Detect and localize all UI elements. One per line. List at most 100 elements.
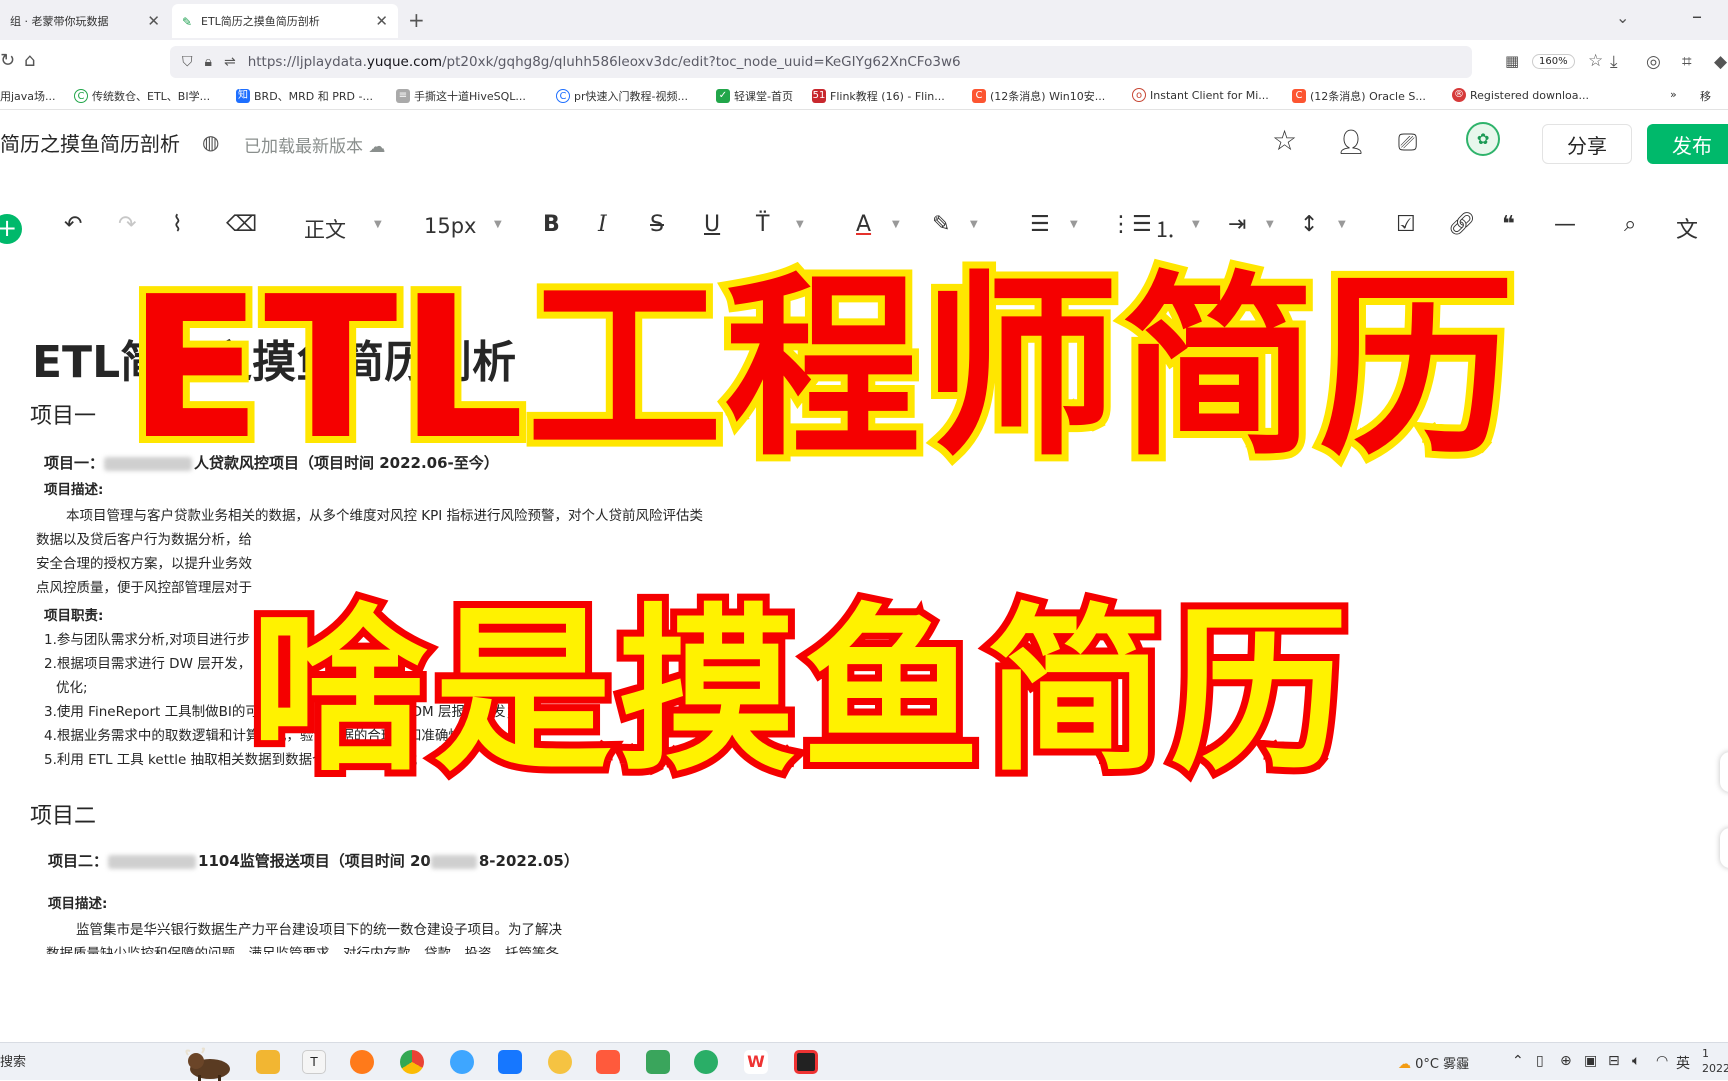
file-explorer-icon[interactable]	[256, 1050, 280, 1074]
wps-icon[interactable]: W	[744, 1050, 768, 1074]
bookmark-item[interactable]: ® Registered downloa...	[1452, 88, 1589, 102]
bookmark-item[interactable]: o Instant Client for Mi...	[1132, 88, 1269, 102]
more-bookmarks-icon[interactable]: »	[1670, 88, 1677, 101]
ime-indicator[interactable]: 英	[1676, 1053, 1690, 1073]
bookmark-label: BRD、MRD 和 PRD -...	[254, 90, 373, 103]
tray-app-icon[interactable]: ⊕	[1560, 1053, 1572, 1069]
star-icon[interactable]: ☆	[1272, 124, 1297, 157]
weather-text: 0°C 雾霾	[1415, 1057, 1470, 1072]
shield-icon[interactable]: ⛉	[182, 54, 193, 70]
bookmark-item[interactable]: ✓ 轻课堂-首页	[716, 88, 793, 104]
chevron-up-icon[interactable]: ⌃	[1512, 1053, 1524, 1069]
bookmark-item[interactable]: 知 BRD、MRD 和 PRD -...	[236, 88, 373, 104]
network-icon[interactable]: ⊟	[1608, 1053, 1620, 1069]
zoom-level-badge[interactable]: 160%	[1532, 54, 1575, 69]
list-item[interactable]: 1.参与团队需求分析,对项目进行步	[44, 628, 250, 648]
account-icon[interactable]: ◎	[1646, 52, 1661, 72]
reload-icon[interactable]: ↻	[0, 50, 15, 71]
chrome-icon[interactable]	[400, 1050, 424, 1074]
palette-icon[interactable]: ◍	[202, 130, 219, 154]
floating-side-button[interactable]	[1720, 828, 1728, 868]
qr-code-icon[interactable]: ▦	[1505, 52, 1519, 70]
text-editor-icon[interactable]: T	[302, 1050, 326, 1074]
download-icon[interactable]: ⤓	[1610, 52, 1618, 72]
app-icon[interactable]	[498, 1050, 522, 1074]
close-tab-icon[interactable]: ✕	[147, 12, 160, 30]
bookmark-item[interactable]: C 传统数仓、ETL、BI学...	[74, 88, 210, 104]
app-icon[interactable]	[646, 1050, 670, 1074]
section-heading[interactable]: 项目一	[30, 398, 96, 430]
description-label[interactable]: 项目描述:	[48, 892, 107, 912]
close-tab-icon[interactable]: ✕	[375, 12, 388, 30]
tray-app-icon[interactable]: ▯	[1536, 1053, 1544, 1069]
taskbar-search[interactable]: 搜索	[0, 1051, 26, 1070]
bookmark-favicon-icon: 51	[812, 89, 826, 103]
paragraph-line[interactable]: 数据质量缺少监控和保障的问题，满足监管要求，对行内存款、贷款、投资、托管等各	[46, 942, 559, 954]
list-item[interactable]: 2.根据项目需求进行 DW 层开发，	[44, 652, 251, 672]
publish-button[interactable]: 发布	[1647, 124, 1728, 164]
undo-icon[interactable]: ↶	[64, 212, 82, 237]
section-heading[interactable]: 项目二	[30, 798, 96, 830]
duties-label[interactable]: 项目职责:	[44, 604, 103, 624]
paragraph-line[interactable]: 监管集市是华兴银行数据生产力平台建设项目下的统一数仓建设子项目。为了解决	[76, 918, 562, 938]
bookmark-item[interactable]: C (12条消息) Oracle S...	[1292, 88, 1426, 104]
wechat-icon[interactable]	[694, 1050, 718, 1074]
weather-widget[interactable]: ☁︎ 0°C 雾霾	[1398, 1053, 1469, 1072]
crop-icon[interactable]: ⌗	[1682, 52, 1692, 72]
divider-icon[interactable]: —	[1554, 212, 1576, 237]
url-text[interactable]: https://ljplaydata.yuque.com/pt20xk/gqhg…	[248, 54, 961, 70]
home-icon[interactable]: ⌂	[24, 50, 35, 71]
app-icon[interactable]	[450, 1050, 474, 1074]
find-icon[interactable]: ⌕	[1624, 212, 1636, 237]
bookmark-label: 用java场...	[0, 90, 56, 103]
paragraph-line[interactable]: 点风控质量，便于风控部管理层对于	[36, 576, 252, 596]
minimize-window-icon[interactable]: –	[1692, 4, 1702, 28]
bookmark-item[interactable]: C (12条消息) Win10安...	[972, 88, 1105, 104]
presentation-icon[interactable]: ⎚	[1398, 128, 1417, 156]
recorder-icon[interactable]	[794, 1050, 818, 1074]
address-bar[interactable]: ⛉ 🔒︎ ⇌ https://ljplaydata.yuque.com/pt20…	[170, 46, 1603, 78]
paragraph-line[interactable]: 安全合理的授权方案，以提升业务效	[36, 552, 252, 572]
csdn-icon: C	[1292, 89, 1306, 103]
browser-tab-inactive[interactable]: 组 · 老蒙带你玩数据 ✕	[0, 4, 170, 38]
add-collaborator-icon[interactable]: 👤︎	[1336, 128, 1366, 156]
permissions-icon[interactable]: ⇌	[224, 54, 236, 70]
volume-icon[interactable]: 🔈︎	[1632, 1053, 1640, 1069]
tab-label: ETL简历之摸鱼简历剖析	[201, 15, 320, 28]
bookmark-item[interactable]: 移	[1700, 88, 1711, 104]
extension-icon[interactable]: ◆	[1714, 52, 1727, 72]
redacted-text	[108, 854, 197, 869]
avatar[interactable]: ✿	[1466, 122, 1500, 156]
translate-icon[interactable]: 文	[1676, 212, 1698, 244]
share-button[interactable]: 分享	[1542, 124, 1632, 164]
insert-block-button[interactable]: +	[0, 214, 22, 244]
overlay-caption-subtitle: 啥是摸鱼简历	[243, 581, 1355, 802]
app-icon[interactable]	[548, 1050, 572, 1074]
bookmark-item[interactable]: 用java场...	[0, 88, 56, 104]
bookmark-label: 轻课堂-首页	[734, 90, 793, 103]
document-title-header[interactable]: 简历之摸鱼简历剖析	[0, 128, 180, 157]
lock-icon[interactable]: 🔒︎	[205, 54, 212, 70]
bookmark-favicon-icon: C	[74, 89, 88, 103]
description-label[interactable]: 项目描述:	[44, 478, 103, 498]
clock-time: 1	[1702, 1047, 1709, 1060]
floating-side-button[interactable]	[1720, 752, 1728, 792]
bookmark-star-icon[interactable]: ☆	[1588, 51, 1603, 71]
app-icon[interactable]	[596, 1050, 620, 1074]
firefox-icon[interactable]	[350, 1050, 374, 1074]
display-icon[interactable]: ▣	[1584, 1053, 1597, 1069]
paragraph-line[interactable]: 本项目管理与客户贷款业务相关的数据，从多个维度对风控 KPI 指标进行风险预警，…	[66, 504, 703, 524]
bookmark-item[interactable]: ≡ 手撕这十道HiveSQL...	[396, 88, 526, 104]
paragraph-line[interactable]: 数据以及贷后客户行为数据分析，给	[36, 528, 252, 548]
list-item[interactable]: 优化;	[56, 676, 88, 696]
bookmark-label: 手撕这十道HiveSQL...	[414, 90, 526, 103]
wifi-icon[interactable]: ◠	[1656, 1053, 1668, 1069]
bookmark-item[interactable]: 51 Flink教程 (16) - Flin...	[812, 88, 945, 104]
chevron-down-icon[interactable]: ⌄	[1616, 8, 1629, 27]
bookmark-label: 移	[1700, 90, 1711, 103]
project-title[interactable]: 项目二： 1104监管报送项目（项目时间 20 8-2022.05）	[48, 850, 579, 871]
clock[interactable]: 1 2022	[1702, 1046, 1728, 1076]
bookmark-item[interactable]: Cpr快速入门教程-视频...	[556, 88, 688, 104]
new-tab-icon[interactable]: +	[408, 8, 425, 32]
browser-tab-active[interactable]: ✎ ETL简历之摸鱼简历剖析 ✕	[172, 4, 398, 38]
